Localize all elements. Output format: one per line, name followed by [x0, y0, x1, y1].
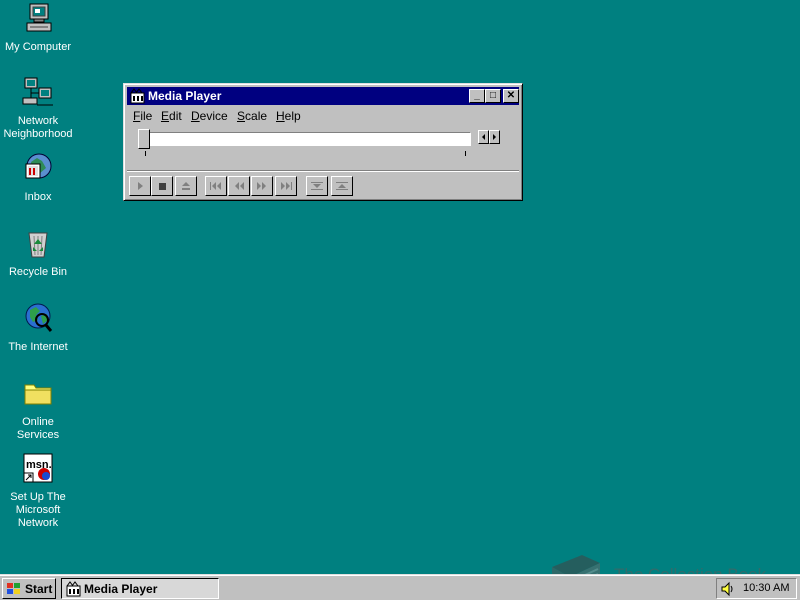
network-neighborhood-icon: [22, 77, 53, 106]
scroll-left-button[interactable]: [478, 130, 489, 144]
menu-edit[interactable]: Edit: [161, 109, 182, 123]
menu-accel: D: [191, 109, 200, 123]
menu-label: cale: [245, 109, 268, 123]
internet-icon: [25, 303, 53, 332]
folder-icon: [24, 384, 52, 405]
tick-end: [465, 151, 466, 156]
taskbar-item-media-player[interactable]: Media Player: [61, 578, 219, 599]
menu-device[interactable]: Device: [191, 109, 228, 123]
maximize-icon: □: [489, 90, 497, 101]
control-divider: [127, 170, 519, 172]
menu-bar: File Edit Device Scale Help: [127, 107, 519, 125]
play-icon: [138, 182, 143, 190]
menu-accel: H: [276, 109, 285, 123]
windows-logo-icon: [7, 583, 20, 594]
desktop-icon-network-neighborhood[interactable]: Network Neighborhood: [0, 76, 76, 141]
arrow-left-icon: [482, 134, 485, 140]
desktop-icon-label: Network: [17, 517, 59, 529]
menu-label: ile: [140, 109, 153, 123]
arrow-right-icon: [493, 134, 496, 140]
system-tray: 10:30 AM: [716, 578, 797, 599]
stop-icon: [159, 183, 166, 190]
fast-forward-icon: [257, 182, 266, 190]
stop-button[interactable]: [151, 176, 173, 196]
end-selection-icon: [336, 182, 348, 190]
maximize-button[interactable]: □: [485, 89, 501, 103]
previous-mark-button[interactable]: [205, 176, 227, 196]
minimize-button[interactable]: _: [469, 89, 485, 103]
desktop-icon-the-internet[interactable]: The Internet: [0, 302, 76, 354]
desktop-icon-msn-setup[interactable]: msn. Set Up The Microsoft Network: [0, 452, 76, 530]
fast-forward-button[interactable]: [251, 176, 273, 196]
end-selection-button[interactable]: [331, 176, 353, 196]
previous-mark-icon: [210, 182, 221, 190]
start-button[interactable]: Start: [2, 578, 56, 599]
menu-scale[interactable]: Scale: [237, 109, 267, 123]
desktop-icon-label: Network: [17, 115, 59, 127]
recycle-bin-icon: [28, 232, 48, 258]
rewind-icon: [235, 182, 244, 190]
desktop-icon-online-services[interactable]: Online Services: [0, 377, 76, 442]
speaker-icon[interactable]: [720, 581, 736, 597]
desktop-icon-label: The Internet: [8, 341, 68, 353]
desktop-icon-label: Microsoft: [15, 504, 61, 516]
menu-label: dit: [169, 109, 182, 123]
start-selection-button[interactable]: [306, 176, 328, 196]
window-title: Media Player: [148, 89, 222, 103]
menu-label: evice: [199, 109, 228, 123]
eject-button[interactable]: [175, 176, 197, 196]
close-icon: ✕: [506, 90, 516, 101]
desktop-icon-label: Set Up The: [10, 491, 66, 503]
desktop-icon-my-computer[interactable]: My Computer: [0, 2, 76, 54]
taskbar-item-label: Media Player: [84, 582, 158, 596]
desktop-icon-label: Recycle Bin: [8, 266, 68, 278]
next-mark-icon: [281, 182, 292, 190]
desktop-icon-label: Online: [22, 416, 54, 428]
media-player-icon: [130, 88, 145, 104]
inbox-icon: [25, 153, 52, 179]
desktop-icon-label: Neighborhood: [3, 128, 73, 140]
next-mark-button[interactable]: [275, 176, 297, 196]
menu-label: elp: [284, 109, 301, 123]
close-button[interactable]: ✕: [503, 89, 519, 103]
eject-icon: [182, 182, 190, 190]
scroll-right-button[interactable]: [489, 130, 500, 144]
media-player-icon: [66, 581, 81, 597]
taskbar: Start Media Player 10:30 AM: [0, 574, 800, 600]
clock[interactable]: 10:30 AM: [743, 582, 789, 594]
desktop-icon-label: Inbox: [24, 191, 52, 203]
position-track[interactable]: [147, 132, 471, 146]
rewind-button[interactable]: [228, 176, 250, 196]
position-slider-thumb[interactable]: [138, 129, 150, 149]
tick-start: [145, 151, 146, 156]
menu-file[interactable]: File: [133, 109, 152, 123]
menu-help[interactable]: Help: [276, 109, 301, 123]
play-button[interactable]: [129, 176, 151, 196]
menu-accel: E: [161, 109, 170, 123]
title-bar[interactable]: Media Player _ □ ✕: [127, 87, 519, 105]
msn-icon: msn.: [23, 453, 53, 483]
desktop-icon-label: Services: [16, 429, 60, 441]
menu-accel: S: [237, 109, 246, 123]
svg-text:msn.: msn.: [26, 459, 52, 471]
desktop-icon-inbox[interactable]: Inbox: [0, 152, 76, 204]
desktop-icon-label: My Computer: [4, 41, 72, 53]
desktop-icon-recycle-bin[interactable]: Recycle Bin: [0, 227, 76, 279]
start-selection-icon: [311, 182, 323, 190]
minimize-icon: _: [474, 90, 480, 101]
my-computer-icon: [26, 3, 52, 32]
start-label: Start: [25, 582, 53, 596]
